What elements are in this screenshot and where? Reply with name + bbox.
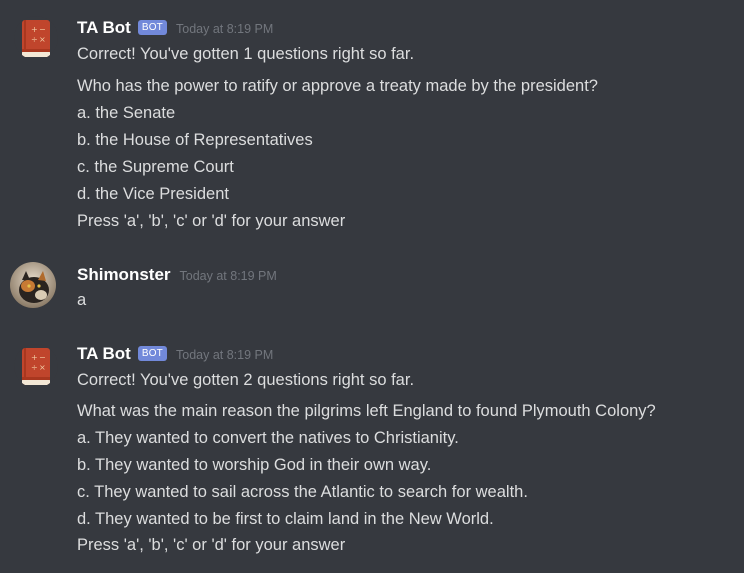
- chat-messages: + − ÷ × TA Bot BOT Today at 8:19 PM Corr…: [0, 0, 744, 573]
- svg-text:×: ×: [39, 363, 46, 372]
- book-icon: + − ÷ ×: [14, 16, 58, 60]
- username[interactable]: Shimonster: [77, 265, 171, 285]
- message-group-ta-bot-1: + − ÷ × TA Bot BOT Today at 8:19 PM Corr…: [0, 14, 744, 244]
- message-line: Press 'a', 'b', 'c' or 'd' for your answ…: [77, 536, 346, 554]
- cat-photo-icon: [10, 262, 56, 308]
- message-line: d. They wanted to be first to claim land…: [77, 510, 494, 528]
- message-line: c. the Supreme Court: [77, 158, 234, 176]
- avatar-shimonster[interactable]: [10, 262, 56, 308]
- timestamp[interactable]: Today at 8:19 PM: [176, 22, 273, 36]
- message-line: Who has the power to ratify or approve a…: [77, 77, 598, 95]
- message-line: Correct! You've gotten 2 questions right…: [77, 371, 415, 389]
- message-header: TA Bot BOT Today at 8:19 PM: [77, 342, 273, 366]
- avatar-ta-bot[interactable]: + − ÷ ×: [14, 344, 58, 388]
- message-line: a: [77, 291, 87, 309]
- message-line: b. the House of Representatives: [77, 131, 313, 149]
- message-group-ta-bot-2: + − ÷ × TA Bot BOT Today at 8:19 PM Corr…: [0, 342, 744, 562]
- message-line: What was the main reason the pilgrims le…: [77, 402, 656, 420]
- timestamp[interactable]: Today at 8:19 PM: [176, 348, 273, 362]
- bot-badge: BOT: [137, 345, 167, 361]
- message-line: b. They wanted to worship God in their o…: [77, 456, 432, 474]
- username[interactable]: TA Bot: [77, 18, 131, 38]
- message-line: a. the Senate: [77, 104, 176, 122]
- message-line: c. They wanted to sail across the Atlant…: [77, 483, 528, 501]
- svg-text:÷: ÷: [31, 35, 38, 44]
- book-icon: + − ÷ ×: [14, 344, 58, 388]
- svg-text:÷: ÷: [31, 363, 38, 372]
- timestamp[interactable]: Today at 8:19 PM: [180, 269, 277, 283]
- message-group-shimonster: Shimonster Today at 8:19 PM a: [0, 262, 744, 322]
- svg-text:×: ×: [39, 35, 46, 44]
- username[interactable]: TA Bot: [77, 344, 131, 364]
- svg-text:−: −: [39, 25, 46, 34]
- message-header: Shimonster Today at 8:19 PM: [77, 263, 277, 287]
- message-header: TA Bot BOT Today at 8:19 PM: [77, 16, 273, 40]
- message-line: d. the Vice President: [77, 185, 229, 203]
- svg-text:−: −: [39, 353, 46, 362]
- svg-text:+: +: [31, 353, 38, 362]
- message-line: a. They wanted to convert the natives to…: [77, 429, 459, 447]
- message-line: Press 'a', 'b', 'c' or 'd' for your answ…: [77, 212, 346, 230]
- svg-text:+: +: [31, 25, 38, 34]
- message-line: Correct! You've gotten 1 questions right…: [77, 45, 415, 63]
- avatar-ta-bot[interactable]: + − ÷ ×: [14, 16, 58, 60]
- bot-badge: BOT: [137, 19, 167, 35]
